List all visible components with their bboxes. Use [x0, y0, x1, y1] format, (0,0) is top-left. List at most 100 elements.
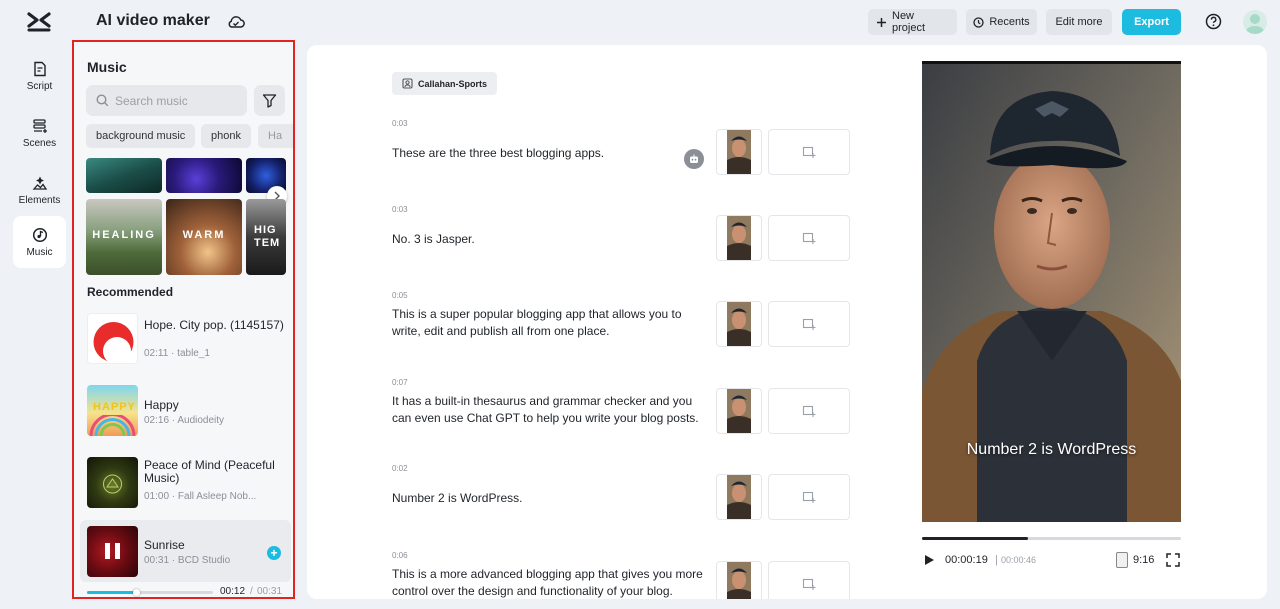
filter-button[interactable]	[254, 85, 285, 116]
search-box[interactable]	[86, 85, 247, 116]
preview-seek-bar[interactable]	[922, 537, 1181, 540]
elements-icon	[32, 175, 48, 191]
aspect-ratio-icon[interactable]	[1116, 552, 1128, 568]
aspect-ratio-label[interactable]: 9:16	[1133, 554, 1154, 566]
video-preview[interactable]: Number 2 is WordPress	[922, 61, 1181, 522]
scenes-icon	[32, 118, 48, 134]
scene-duration: 0:03	[392, 205, 408, 214]
track-meta: 01:00 · Fall Asleep Nob...	[144, 491, 257, 502]
scene-text[interactable]: This is a more advanced blogging app tha…	[392, 566, 712, 599]
track-name: Sunrise	[144, 538, 185, 552]
help-icon[interactable]	[1205, 13, 1222, 30]
scene-thumbnail[interactable]	[716, 388, 762, 434]
chip-partial[interactable]: Ha	[258, 124, 293, 148]
preview-seek-fill	[922, 537, 1029, 540]
track-meta: 00:31 · BCD Studio	[144, 555, 231, 566]
rail-item-music[interactable]: Music	[13, 216, 66, 268]
track-item-playing[interactable]: Sunrise 00:31 · BCD Studio +	[80, 520, 291, 582]
scene-thumbnail[interactable]	[716, 561, 762, 599]
search-input[interactable]	[115, 93, 235, 108]
scene-duration: 0:06	[392, 551, 408, 560]
recents-button[interactable]: Recents	[966, 9, 1037, 35]
scene-thumbnail[interactable]	[716, 215, 762, 261]
preview-current-time: 00:00:19	[945, 554, 988, 566]
play-icon[interactable]	[923, 554, 935, 566]
add-media-icon	[802, 490, 816, 504]
edit-more-button[interactable]: Edit more	[1046, 9, 1112, 35]
edit-more-label: Edit more	[1055, 16, 1103, 28]
scene-thumbnail[interactable]	[716, 474, 762, 520]
scene-text[interactable]: This is a super popular blogging app tha…	[392, 306, 712, 340]
speaker-chip[interactable]: Callahan-Sports	[392, 72, 498, 95]
fullscreen-icon[interactable]	[1166, 553, 1180, 567]
mood-healing[interactable]: HEALING	[86, 199, 162, 275]
scene-duration: 0:05	[392, 291, 408, 300]
new-project-label: New project	[892, 10, 926, 34]
preview-total-time: 00:00:46	[1001, 555, 1037, 565]
add-track-button[interactable]: +	[267, 546, 281, 560]
add-media-icon	[802, 231, 816, 245]
scene-thumbnail-image	[727, 302, 751, 346]
music-icon	[32, 227, 48, 243]
chip-phonk[interactable]: phonk	[201, 124, 251, 148]
track-item[interactable]: Hope. City pop. (1145157) 02:11 · table_…	[80, 307, 291, 369]
music-progress-bar[interactable]	[87, 589, 213, 596]
rail-item-script[interactable]: Script	[13, 50, 66, 102]
speaker-icon	[402, 78, 413, 89]
capcut-logo-icon[interactable]	[26, 10, 52, 34]
user-avatar[interactable]	[1243, 10, 1267, 34]
music-progress-fill	[87, 591, 137, 594]
scene-text[interactable]: It has a built-in thesaurus and grammar …	[392, 393, 712, 427]
add-media-icon	[802, 145, 816, 159]
add-media-button[interactable]	[768, 129, 850, 175]
add-media-button[interactable]	[768, 474, 850, 520]
add-media-button[interactable]	[768, 301, 850, 347]
track-meta: 02:11 · table_1	[144, 348, 210, 359]
mood-high-tempo[interactable]: HIG TEM	[246, 199, 286, 275]
plus-icon	[876, 17, 887, 28]
music-current-time: 00:12	[220, 586, 246, 597]
track-cover: HAPPY	[87, 385, 138, 436]
mood-thumbnail[interactable]	[166, 158, 242, 193]
rail-item-scenes[interactable]: Scenes	[13, 107, 66, 159]
music-panel-title: Music	[87, 59, 127, 75]
music-panel: Music background music phonk Ha HEALING …	[72, 40, 295, 599]
add-media-button[interactable]	[768, 561, 850, 599]
new-project-button[interactable]: New project	[868, 9, 957, 35]
add-media-icon	[802, 577, 816, 591]
pause-icon[interactable]	[105, 543, 110, 559]
scene-thumbnail[interactable]	[716, 129, 762, 175]
add-media-button[interactable]	[768, 388, 850, 434]
cloud-sync-icon[interactable]	[226, 12, 246, 32]
pause-icon-bar	[115, 543, 120, 559]
scene-thumbnail-image	[727, 562, 751, 599]
chip-background-music[interactable]: background music	[86, 124, 196, 148]
rail-label-elements: Elements	[18, 194, 61, 206]
mood-warm[interactable]: WARM	[166, 199, 242, 275]
filter-icon	[262, 93, 277, 108]
scene-text[interactable]: These are the three best blogging apps.	[392, 145, 712, 162]
track-cover	[87, 526, 138, 577]
track-meta: 02:16 · Audiodeity	[144, 415, 225, 426]
speaker-name: Callahan-Sports	[418, 78, 488, 89]
track-item[interactable]: HAPPY Happy 02:16 · Audiodeity	[80, 379, 291, 441]
scene-duration: 0:07	[392, 378, 408, 387]
recents-label: Recents	[989, 16, 1030, 28]
scene-text[interactable]: Number 2 is WordPress.	[392, 490, 712, 507]
mood-thumbnail[interactable]	[86, 158, 162, 193]
mood-label: HEALING	[92, 229, 156, 241]
music-time-separator: /	[250, 586, 253, 597]
music-progress-handle[interactable]	[133, 589, 141, 596]
export-button[interactable]: Export	[1122, 9, 1181, 35]
clock-icon	[973, 16, 984, 28]
scene-thumbnail-image	[727, 216, 751, 260]
track-name: Happy	[144, 398, 179, 412]
preview-caption: Number 2 is WordPress	[966, 441, 1137, 458]
track-item[interactable]: Peace of Mind (Peaceful Music) 01:00 · F…	[80, 451, 291, 513]
track-name: Peace of Mind (Peaceful Music)	[144, 458, 275, 485]
rail-item-elements[interactable]: Elements	[13, 164, 66, 216]
scene-text[interactable]: No. 3 is Jasper.	[392, 231, 712, 248]
add-media-icon	[802, 404, 816, 418]
scene-thumbnail[interactable]	[716, 301, 762, 347]
add-media-button[interactable]	[768, 215, 850, 261]
